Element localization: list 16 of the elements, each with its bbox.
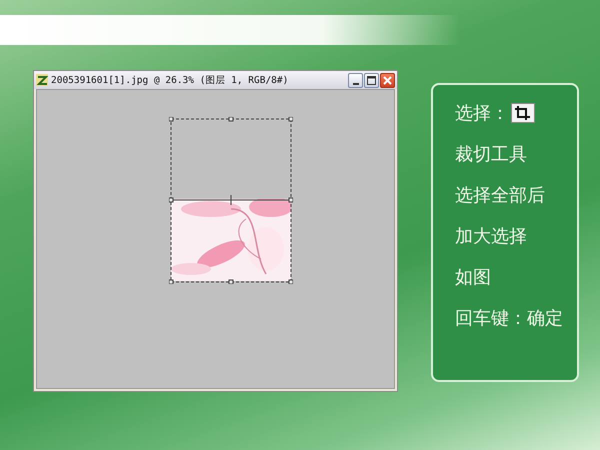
instruction-text: 选择： <box>455 102 509 125</box>
instruction-text: 如图 <box>455 266 491 289</box>
close-button[interactable] <box>380 72 395 88</box>
maximize-icon <box>367 76 376 84</box>
crop-tool-icon <box>511 103 535 123</box>
app-icon <box>36 74 48 86</box>
instruction-text: 裁切工具 <box>455 143 527 166</box>
close-icon <box>383 76 392 84</box>
instruction-text: 选择全部后 <box>455 184 545 207</box>
crop-frame[interactable] <box>169 117 293 284</box>
window-title: 2005391601[1].jpg @ 26.3% (图层 1, RGB/8#) <box>51 74 290 86</box>
minimize-button[interactable] <box>348 72 363 88</box>
maximize-button[interactable] <box>364 72 379 88</box>
instruction-text: 回车键：确定 <box>455 307 563 330</box>
instruction-text: 加大选择 <box>455 225 527 248</box>
minimize-icon <box>352 82 358 84</box>
